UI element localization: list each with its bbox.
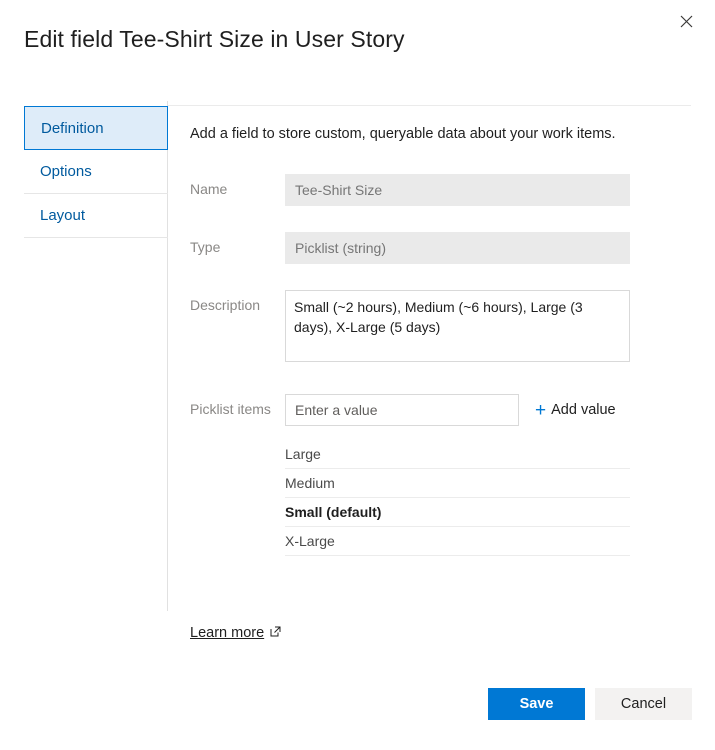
external-link-icon (270, 625, 281, 641)
type-label: Type (190, 239, 221, 255)
list-item[interactable]: Small (default) (285, 498, 630, 527)
dialog-header: Edit field Tee-Shirt Size in User Story (0, 0, 715, 96)
picklist-item-list: Large Medium Small (default) X-Large (285, 440, 630, 556)
description-label: Description (190, 297, 261, 313)
tab-options[interactable]: Options (24, 150, 168, 194)
name-input[interactable] (285, 174, 630, 206)
list-item-label: Large (285, 446, 321, 462)
description-row: Description Small (~2 hours), Medium (~6… (190, 290, 660, 362)
dialog-body: Definition Options Layout Add a field to… (0, 96, 715, 641)
picklist-column: + Add value Large Medium Small (default) (285, 394, 630, 556)
tab-layout[interactable]: Layout (24, 194, 168, 238)
close-button[interactable] (671, 6, 701, 36)
list-item[interactable]: Medium (285, 469, 630, 498)
add-value-label: Add value (551, 402, 616, 418)
picklist-row: Picklist items + Add value Large Medium (190, 394, 660, 556)
tab-list: Definition Options Layout (24, 106, 168, 238)
tab-options-label: Options (40, 163, 92, 180)
dialog-footer: Save Cancel (0, 688, 715, 720)
list-item-label: Small (default) (285, 504, 382, 520)
learn-more-link[interactable]: Learn more (190, 625, 281, 641)
content-top-divider (168, 105, 691, 106)
plus-icon: + (535, 399, 547, 421)
learn-more-label: Learn more (190, 625, 265, 641)
tab-definition-label: Definition (41, 119, 104, 137)
save-button[interactable]: Save (488, 688, 585, 720)
picklist-entry-line: + Add value (285, 394, 630, 426)
picklist-value-input[interactable] (285, 394, 519, 426)
tab-layout-label: Layout (40, 207, 86, 224)
name-label: Name (190, 181, 228, 197)
list-item-label: Medium (285, 475, 335, 491)
list-item[interactable]: X-Large (285, 527, 630, 556)
list-item[interactable]: Large (285, 440, 630, 469)
close-icon (680, 15, 693, 28)
type-row: Type (190, 232, 660, 264)
list-item-label: X-Large (285, 533, 335, 549)
type-input[interactable] (285, 232, 630, 264)
definition-pane: Add a field to store custom, queryable d… (190, 126, 660, 556)
description-textarea[interactable]: Small (~2 hours), Medium (~6 hours), Lar… (285, 290, 630, 362)
intro-text: Add a field to store custom, queryable d… (190, 126, 616, 142)
tab-definition[interactable]: Definition (24, 106, 168, 150)
add-value-button[interactable]: + Add value (535, 401, 616, 420)
name-row: Name (190, 174, 660, 206)
picklist-label: Picklist items (190, 401, 271, 417)
dialog-title: Edit field Tee-Shirt Size in User Story (24, 26, 405, 52)
cancel-button[interactable]: Cancel (595, 688, 692, 720)
